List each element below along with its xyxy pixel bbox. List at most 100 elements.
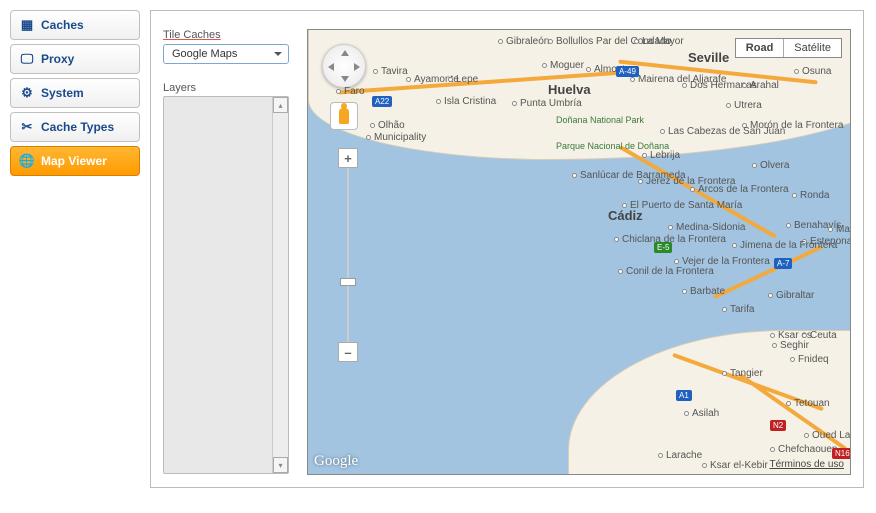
city-label: Larache: [658, 450, 702, 461]
sidebar: ▦ Caches 🖵Proxy ⚙System ✂ Cache Types 🌐 Map Vie…: [10, 10, 140, 180]
zoom-thumb[interactable]: [340, 278, 356, 286]
route-badge: A-7: [774, 258, 792, 269]
city-dot-icon: [802, 333, 807, 338]
grid-icon: ▦: [19, 17, 35, 33]
map-type-switch: Road Satélite: [735, 38, 842, 58]
pan-south-button[interactable]: [341, 76, 349, 82]
pan-east-button[interactable]: [354, 63, 360, 71]
city-dot-icon: [542, 63, 547, 68]
city-dot-icon: [448, 77, 453, 82]
city-label: Vejer de la Frontera: [674, 256, 770, 267]
route-badge: N2: [770, 420, 786, 431]
park-label: Parque Nacional de Doñana: [556, 142, 669, 152]
city-label: Faro: [336, 86, 365, 97]
pan-north-button[interactable]: [341, 50, 349, 56]
city-label: Ceuta: [802, 330, 837, 341]
city-label: Ksar el-Kebir: [702, 460, 768, 471]
city-dot-icon: [406, 77, 411, 82]
city-label: Barbate: [682, 286, 725, 297]
scroll-up-button[interactable]: ▴: [273, 97, 288, 113]
park-label: Doñana National Park: [556, 116, 644, 126]
city-label: Municipality: [366, 132, 426, 143]
pan-west-button[interactable]: [328, 63, 334, 71]
sidebar-item-cache-types[interactable]: ✂ Cache Types: [10, 112, 140, 142]
streetview-pegman[interactable]: [334, 106, 354, 134]
city-dot-icon: [790, 357, 795, 362]
city-label: Gibraltar: [768, 290, 814, 301]
city-dot-icon: [732, 243, 737, 248]
map-canvas[interactable]: + – Road Satélite Google Términos de uso…: [307, 29, 851, 475]
city-dot-icon: [742, 83, 747, 88]
city-dot-icon: [684, 411, 689, 416]
city-label: El Puerto de Santa María: [622, 200, 742, 211]
sidebar-item-label: Caches: [41, 18, 84, 32]
city-label: Marbella: [828, 224, 851, 235]
city-label: Tangier: [722, 368, 763, 379]
scroll-track[interactable]: [273, 113, 288, 457]
layers-scrollbar[interactable]: ▴ ▾: [272, 97, 288, 473]
map-type-satellite-button[interactable]: Satélite: [783, 39, 841, 57]
city-label: Olhão: [370, 120, 405, 131]
city-label: Asilah: [684, 408, 719, 419]
city-dot-icon: [682, 289, 687, 294]
sidebar-item-proxy[interactable]: 🖵Proxy: [10, 44, 140, 74]
city-label: Seville: [688, 50, 729, 65]
city-label: Punta Umbría: [512, 98, 582, 109]
city-label: Moguer: [542, 60, 584, 71]
zoom-slider: + –: [338, 148, 358, 362]
city-label: Tetouan: [786, 398, 830, 409]
city-dot-icon: [772, 343, 777, 348]
city-dot-icon: [370, 123, 375, 128]
city-label: Huelva: [548, 82, 591, 97]
google-logo: Google: [314, 453, 358, 470]
city-dot-icon: [618, 269, 623, 274]
scroll-down-button[interactable]: ▾: [273, 457, 288, 473]
city-label: Isla Cristina: [436, 96, 496, 107]
city-dot-icon: [373, 69, 378, 74]
city-label: Medina-Sidonia: [668, 222, 746, 233]
layers-panel: ▴ ▾: [163, 96, 289, 474]
route-badge: A22: [372, 96, 392, 107]
zoom-out-button[interactable]: –: [338, 342, 358, 362]
gear-icon: ⚙: [19, 85, 35, 101]
map-type-road-button[interactable]: Road: [736, 39, 784, 57]
tile-caches-value: Google Maps: [172, 48, 237, 60]
tools-icon: ✂: [19, 119, 35, 135]
city-dot-icon: [512, 101, 517, 106]
city-label: Las Cabezas de San Juan: [660, 126, 785, 137]
city-dot-icon: [436, 99, 441, 104]
city-label: La Mayor: [634, 36, 684, 47]
tile-caches-dropdown[interactable]: Google Maps: [163, 44, 289, 64]
sidebar-item-label: Cache Types: [41, 120, 114, 134]
city-dot-icon: [722, 371, 727, 376]
zoom-in-button[interactable]: +: [338, 148, 358, 168]
city-label: Osuna: [794, 66, 831, 77]
city-dot-icon: [794, 69, 799, 74]
city-dot-icon: [690, 187, 695, 192]
city-dot-icon: [786, 401, 791, 406]
sidebar-item-caches[interactable]: ▦ Caches: [10, 10, 140, 40]
sidebar-item-map-viewer[interactable]: 🌐 Map Viewer: [10, 146, 140, 176]
city-label: Ronda: [792, 190, 829, 201]
city-dot-icon: [770, 447, 775, 452]
route-badge: A-49: [616, 66, 639, 77]
city-dot-icon: [702, 463, 707, 468]
city-label: Tavira: [373, 66, 408, 77]
city-label: Olvera: [752, 160, 789, 171]
city-dot-icon: [768, 293, 773, 298]
city-label: Fnideq: [790, 354, 829, 365]
city-dot-icon: [366, 135, 371, 140]
map-controls-column: Tile Caches Google Maps Layers ▴ ▾: [163, 29, 293, 474]
city-dot-icon: [770, 333, 775, 338]
sidebar-item-system[interactable]: ⚙System: [10, 78, 140, 108]
city-label: Lepe: [448, 74, 478, 85]
sidebar-item-label: Map Viewer: [41, 154, 107, 168]
city-dot-icon: [586, 67, 591, 72]
city-label: Chefchaouen: [770, 444, 838, 455]
zoom-track[interactable]: [347, 168, 349, 342]
globe-icon: 🌐: [19, 153, 35, 169]
city-dot-icon: [634, 39, 639, 44]
city-dot-icon: [828, 227, 833, 232]
layers-label: Layers: [163, 82, 293, 94]
terms-link[interactable]: Términos de uso: [770, 459, 844, 470]
